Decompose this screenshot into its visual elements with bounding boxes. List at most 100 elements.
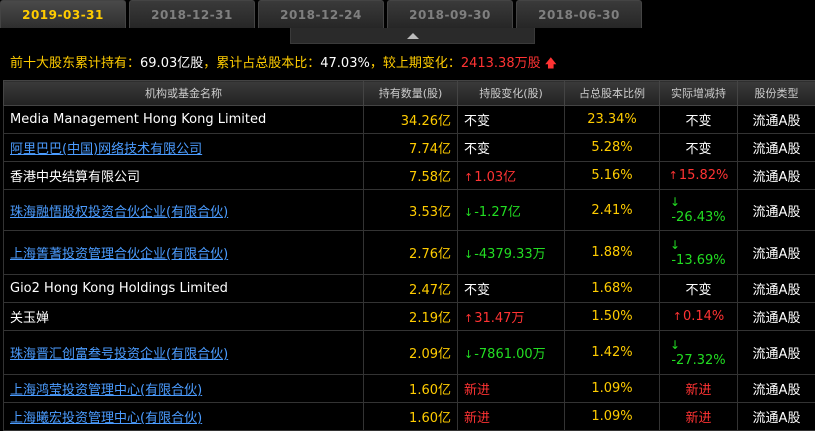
actual-change-cell: ↑0.14% bbox=[659, 302, 738, 331]
holding-qty-cell: 3.53亿 bbox=[363, 189, 458, 231]
table-row: Gio2 Hong Kong Holdings Limited 2.47亿 不变 1.… bbox=[3, 274, 815, 303]
actual-change-value: 不变 bbox=[685, 142, 712, 157]
holding-change-value: 1.03亿 bbox=[474, 170, 517, 185]
actual-change-cell: 不变 bbox=[659, 274, 738, 303]
holding-change-cell: ↓-1.27亿 bbox=[457, 189, 565, 231]
holding-change-cell: 新进 bbox=[457, 402, 565, 431]
actual-change-cell: ↓ -27.32% bbox=[659, 330, 738, 375]
increase-arrow-icon: ↑ bbox=[464, 312, 474, 325]
share-ratio-cell: 2.41% bbox=[564, 189, 660, 231]
holding-change-cell: ↑1.03亿 bbox=[457, 161, 565, 190]
holder-name-link[interactable]: 上海鸿莹投资管理中心(有限合伙) bbox=[10, 383, 202, 398]
share-ratio-cell: 1.68% bbox=[564, 274, 660, 303]
holder-name-link[interactable]: 上海曦宏投资管理中心(有限合伙) bbox=[10, 411, 202, 426]
summary-label-holding: 前十大股东累计持有： bbox=[10, 56, 141, 71]
actual-change-value: -13.69% bbox=[671, 252, 726, 268]
share-type-cell: 流通A股 bbox=[737, 161, 815, 190]
table-row: 上海箐蓍投资管理合伙企业(有限合伙) 2.76亿 ↓-4379.33万 1.88% ↓ -… bbox=[3, 230, 815, 275]
holding-qty-cell: 2.76亿 bbox=[363, 230, 458, 275]
holder-name: Media Management Hong Kong Limited bbox=[10, 112, 267, 127]
holding-qty-cell: 1.60亿 bbox=[363, 374, 458, 403]
holder-name-cell: 阿里巴巴(中国)网络技术有限公司 bbox=[3, 133, 364, 162]
summary-label-ratio: ，累计占总股本比： bbox=[203, 56, 321, 71]
table-row: 上海鸿莹投资管理中心(有限合伙) 1.60亿 新进 1.09% 新进 流通A股 bbox=[3, 374, 815, 403]
summary-label-change: ，较上期变化： bbox=[369, 56, 461, 71]
holder-name-cell: 珠海融悟股权投资合伙企业(有限合伙) bbox=[3, 189, 364, 231]
holder-name-link[interactable]: 珠海融悟股权投资合伙企业(有限合伙) bbox=[10, 205, 228, 220]
holder-name-cell: Media Management Hong Kong Limited bbox=[3, 105, 364, 134]
header-holding-qty[interactable]: 持有数量(股) bbox=[363, 80, 458, 106]
table-row: 珠海晋汇创富叁号投资企业(有限合伙) 2.09亿 ↓-7861.00万 1.42% ↓ -… bbox=[3, 330, 815, 375]
tab-2018-06-30[interactable]: 2018-06-30 bbox=[516, 0, 642, 28]
decrease-arrow-icon: ↓ bbox=[464, 348, 474, 361]
tab-2018-12-31[interactable]: 2018-12-31 bbox=[129, 0, 255, 28]
date-tabs: 2019-03-31 2018-12-31 2018-12-24 2018-09… bbox=[0, 0, 815, 28]
holding-change-cell: 新进 bbox=[457, 374, 565, 403]
share-type-cell: 流通A股 bbox=[737, 105, 815, 134]
share-type-cell: 流通A股 bbox=[737, 402, 815, 431]
share-ratio-cell: 5.28% bbox=[564, 133, 660, 162]
holding-qty-cell: 7.58亿 bbox=[363, 161, 458, 190]
table-row: 珠海融悟股权投资合伙企业(有限合伙) 3.53亿 ↓-1.27亿 2.41% ↓ -26.… bbox=[3, 189, 815, 231]
holding-qty-cell: 7.74亿 bbox=[363, 133, 458, 162]
holding-change-value: -1.27亿 bbox=[474, 204, 521, 220]
decrease-arrow-icon: ↓ bbox=[464, 205, 474, 219]
share-type-cell: 流通A股 bbox=[737, 330, 815, 375]
holding-qty-cell: 2.19亿 bbox=[363, 302, 458, 331]
increase-arrow-icon: ↑ bbox=[464, 171, 474, 184]
holder-name: Gio2 Hong Kong Holdings Limited bbox=[10, 281, 228, 296]
holding-change-cell: 不变 bbox=[457, 133, 565, 162]
collapse-toggle[interactable] bbox=[290, 28, 535, 44]
holding-change-cell: 不变 bbox=[457, 274, 565, 303]
actual-change-cell: 新进 bbox=[659, 402, 738, 431]
holding-change-cell: ↓-4379.33万 bbox=[457, 230, 565, 275]
table-row: 阿里巴巴(中国)网络技术有限公司 7.74亿 不变 5.28% 不变 流通A股 bbox=[3, 133, 815, 162]
summary-holding-value: 69.03亿股 bbox=[140, 56, 204, 71]
holding-change-cell: 不变 bbox=[457, 105, 565, 134]
header-share-type[interactable]: 股份类型 bbox=[737, 80, 815, 106]
summary-line: 前十大股东累计持有：69.03亿股，累计占总股本比：47.03%，较上期变化：2… bbox=[0, 50, 815, 76]
table-header-row: 机构或基金名称 持有数量(股) 持股变化(股) 占总股本比例 实际增减持 股份类… bbox=[3, 80, 815, 106]
table-row: 香港中央结算有限公司 7.58亿 ↑1.03亿 5.16% ↑15.82% 流通A股 bbox=[3, 161, 815, 190]
actual-change-cell: 不变 bbox=[659, 105, 738, 134]
table-row: 关玉婵 2.19亿 ↑31.47万 1.50% ↑0.14% 流通A股 bbox=[3, 302, 815, 331]
increase-arrow-icon: ↑ bbox=[672, 310, 682, 323]
holder-name-cell: 上海鸿莹投资管理中心(有限合伙) bbox=[3, 374, 364, 403]
tab-2018-09-30[interactable]: 2018-09-30 bbox=[387, 0, 513, 28]
holder-name-cell: Gio2 Hong Kong Holdings Limited bbox=[3, 274, 364, 303]
holder-name-link[interactable]: 阿里巴巴(中国)网络技术有限公司 bbox=[10, 142, 202, 157]
header-holder-name[interactable]: 机构或基金名称 bbox=[3, 80, 364, 106]
share-ratio-cell: 5.16% bbox=[564, 161, 660, 190]
decrease-arrow-icon: ↓ bbox=[464, 248, 474, 261]
tab-2018-12-24[interactable]: 2018-12-24 bbox=[258, 0, 384, 28]
share-ratio-cell: 23.34% bbox=[564, 105, 660, 134]
share-type-cell: 流通A股 bbox=[737, 302, 815, 331]
holding-qty-cell: 1.60亿 bbox=[363, 402, 458, 431]
share-type-cell: 流通A股 bbox=[737, 374, 815, 403]
tab-2019-03-31[interactable]: 2019-03-31 bbox=[0, 0, 126, 28]
holder-name-cell: 上海曦宏投资管理中心(有限合伙) bbox=[3, 402, 364, 431]
actual-change-cell: ↑15.82% bbox=[659, 161, 738, 190]
holder-name-cell: 珠海晋汇创富叁号投资企业(有限合伙) bbox=[3, 330, 364, 375]
holding-change-value: 不变 bbox=[464, 283, 491, 298]
decrease-arrow-icon: ↓ bbox=[670, 237, 681, 252]
holding-qty-cell: 34.26亿 bbox=[363, 105, 458, 134]
holder-name-link[interactable]: 珠海晋汇创富叁号投资企业(有限合伙) bbox=[10, 347, 228, 362]
table-row: 上海曦宏投资管理中心(有限合伙) 1.60亿 新进 1.09% 新进 流通A股 bbox=[3, 402, 815, 431]
actual-change-cell: ↓ -26.43% bbox=[659, 189, 738, 231]
header-holding-change[interactable]: 持股变化(股) bbox=[457, 80, 565, 106]
share-type-cell: 流通A股 bbox=[737, 230, 815, 275]
holder-name-cell: 上海箐蓍投资管理合伙企业(有限合伙) bbox=[3, 230, 364, 275]
holder-name-link[interactable]: 上海箐蓍投资管理合伙企业(有限合伙) bbox=[10, 247, 228, 262]
actual-change-value: 0.14% bbox=[682, 309, 725, 324]
actual-change-value: -27.32% bbox=[671, 352, 726, 368]
actual-change-value: 新进 bbox=[685, 383, 712, 398]
actual-change-cell: 不变 bbox=[659, 133, 738, 162]
header-actual-change[interactable]: 实际增减持 bbox=[659, 80, 738, 106]
summary-change-value: 2413.38万股 bbox=[460, 56, 541, 71]
header-share-ratio[interactable]: 占总股本比例 bbox=[564, 80, 660, 106]
share-type-cell: 流通A股 bbox=[737, 274, 815, 303]
actual-change-value: 不变 bbox=[685, 283, 712, 298]
shareholder-table: 机构或基金名称 持有数量(股) 持股变化(股) 占总股本比例 实际增减持 股份类… bbox=[3, 80, 815, 431]
share-ratio-cell: 1.42% bbox=[564, 330, 660, 375]
